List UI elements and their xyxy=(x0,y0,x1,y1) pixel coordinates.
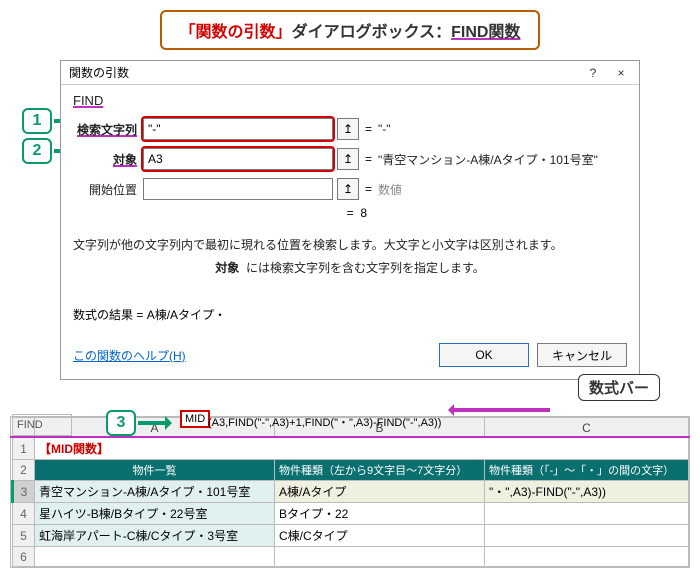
formula-result-value: A棟/Aタイプ・ xyxy=(147,308,226,322)
step-badge-2: 2 xyxy=(22,138,52,164)
equals-sign: = xyxy=(365,182,372,196)
cell-c6[interactable] xyxy=(485,547,689,567)
arg-input-within-text[interactable] xyxy=(143,148,333,170)
arg-desc-text: には検索文字列を含む文字列を指定します。 xyxy=(246,261,485,275)
arg-label-within-text: 対象 xyxy=(73,151,137,168)
cell-a1[interactable]: 【MID関数】 xyxy=(35,438,689,460)
cell-c4[interactable] xyxy=(485,503,689,525)
cell-a3[interactable]: 青空マンション-A棟/Aタイプ・101号室 xyxy=(35,481,275,503)
title-part1: 「関数の引数」 xyxy=(180,24,292,41)
arg-desc-label: 対象 xyxy=(215,261,239,275)
row-header-6[interactable]: 6 xyxy=(13,547,35,567)
cell-a4[interactable]: 星ハイツ-B棟/Bタイプ・22号室 xyxy=(35,503,275,525)
titlebar-help-button[interactable]: ? xyxy=(579,66,607,80)
row-header-3[interactable]: 3 xyxy=(13,481,35,503)
arrow-3 xyxy=(138,421,170,425)
step-badge-1: 1 xyxy=(22,108,52,134)
cell-c3[interactable]: "・",A3)-FIND("-",A3)) xyxy=(485,481,689,503)
equals-sign: = xyxy=(365,152,372,166)
worksheet[interactable]: A B C 1 【MID関数】 2 物件一覧 物件種類（左から9文字目～7文字分… xyxy=(10,416,690,568)
arg-input-start-num[interactable] xyxy=(143,178,333,200)
dialog-titlebar[interactable]: 関数の引数 ? × xyxy=(61,61,639,85)
overall-result: 8 xyxy=(360,206,367,220)
cell-c2[interactable]: 物件種類（「-」～「・」の間の文字） xyxy=(485,460,689,481)
formula-bar-underline xyxy=(10,436,690,438)
function-help-link[interactable]: この関数のヘルプ(H) xyxy=(73,347,431,364)
function-name: FIND xyxy=(73,93,627,108)
cell-b3[interactable]: A棟/Aタイプ xyxy=(275,481,485,503)
titlebar-close-button[interactable]: × xyxy=(607,66,635,80)
arg-label-start-num: 開始位置 xyxy=(73,181,137,198)
collapse-dialog-button[interactable]: ↥ xyxy=(337,148,359,170)
pink-arrow xyxy=(450,408,550,412)
step-badge-3: 3 xyxy=(106,410,136,436)
formula-bar-highlight: MID xyxy=(180,410,210,428)
formula-result-label: 数式の結果 = xyxy=(73,308,147,322)
cancel-button[interactable]: キャンセル xyxy=(537,343,627,367)
row-header-2[interactable]: 2 xyxy=(13,460,35,481)
arg-label-find-text: 検索文字列 xyxy=(73,121,137,138)
cell-b4[interactable]: Bタイプ・22 xyxy=(275,503,485,525)
equals-sign: = xyxy=(365,122,372,136)
arg-input-find-text[interactable] xyxy=(143,118,333,140)
cell-b5[interactable]: C棟/Cタイプ xyxy=(275,525,485,547)
annotation-title: 「関数の引数」ダイアログボックス：FIND関数 xyxy=(10,10,690,50)
cell-a2[interactable]: 物件一覧 xyxy=(35,460,275,481)
collapse-dialog-button[interactable]: ↥ xyxy=(337,118,359,140)
arg-result-start-num: 数値 xyxy=(378,181,402,198)
dialog-title: 関数の引数 xyxy=(65,64,579,81)
formula-bar-label: 数式バー xyxy=(578,374,660,401)
function-arguments-dialog: 関数の引数 ? × FIND 検索文字列 ↥ = "-" 対象 ↥ = xyxy=(60,60,640,380)
title-part2: ダイアログボックス： xyxy=(292,24,452,41)
col-header-c[interactable]: C xyxy=(485,418,689,438)
formula-bar-content[interactable]: (A3,FIND("-",A3)+1,FIND("・",A3)-FIND("-"… xyxy=(208,414,441,430)
cell-a6[interactable] xyxy=(35,547,275,567)
collapse-dialog-button[interactable]: ↥ xyxy=(337,178,359,200)
cell-c5[interactable] xyxy=(485,525,689,547)
arg-result-within-text: "青空マンション-A棟/Aタイプ・101号室" xyxy=(378,151,598,168)
function-description: 文字列が他の文字列内で最初に現れる位置を検索します。大文字と小文字は区別されます… xyxy=(73,236,627,255)
title-part3: FIND関数 xyxy=(451,24,520,41)
cell-b6[interactable] xyxy=(275,547,485,567)
overall-equals: = xyxy=(347,206,354,220)
name-box[interactable]: FIND xyxy=(12,414,72,436)
row-header-5[interactable]: 5 xyxy=(13,525,35,547)
arg-result-find-text: "-" xyxy=(378,122,391,136)
ok-button[interactable]: OK xyxy=(439,343,529,367)
row-header-1[interactable]: 1 xyxy=(13,438,35,460)
cell-a5[interactable]: 虹海岸アパート-C棟/Cタイプ・3号室 xyxy=(35,525,275,547)
row-header-4[interactable]: 4 xyxy=(13,503,35,525)
cell-b2[interactable]: 物件種類（左から9文字目～7文字分） xyxy=(275,460,485,481)
